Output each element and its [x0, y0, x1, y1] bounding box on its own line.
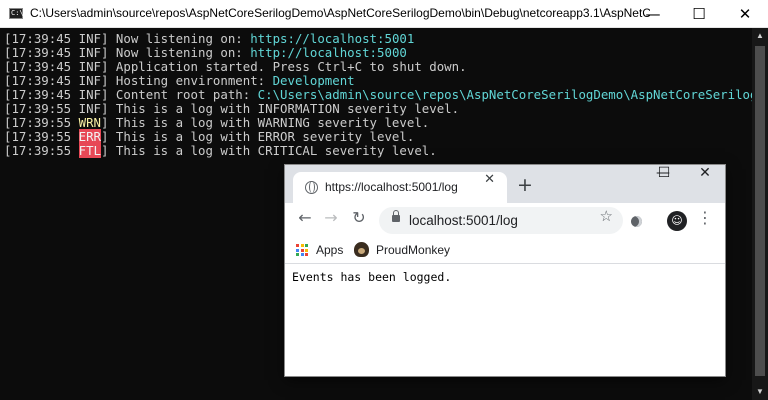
apps-grid-icon[interactable] [296, 244, 308, 256]
bookmark-star-icon[interactable]: ☆ [600, 207, 613, 234]
scroll-thumb[interactable] [755, 46, 765, 376]
address-url[interactable]: localhost:5001/log [409, 207, 518, 234]
log-bracket: ] [101, 129, 116, 144]
browser-tab[interactable]: https://localhost:5001/log ✕ [293, 172, 507, 203]
reload-button[interactable]: ↻ [347, 208, 371, 232]
log-bracket: ] [101, 143, 116, 158]
log-timestamp: [17:39:45 [4, 31, 79, 46]
apps-grid-dot [300, 248, 304, 252]
profile-avatar[interactable]: ☺ [667, 211, 687, 231]
log-bracket: ] [101, 101, 116, 116]
forward-button[interactable]: → [319, 208, 343, 232]
log-line: [17:39:45 INF] Now listening on: https:/… [4, 31, 415, 46]
log-message: This is a log with ERROR severity level. [115, 129, 415, 144]
lock-icon[interactable] [392, 210, 400, 222]
log-timestamp: [17:39:55 [4, 115, 79, 130]
log-level-badge: FTL [78, 143, 101, 158]
extension-icon[interactable] [631, 216, 642, 227]
log-line: [17:39:55 ERR] This is a log with ERROR … [4, 129, 415, 144]
log-timestamp: [17:39:55 [4, 143, 79, 158]
log-message: Content root path: [115, 87, 258, 102]
log-timestamp: [17:39:45 [4, 87, 79, 102]
console-window-title: C:\Users\admin\source\repos\AspNetCoreSe… [30, 6, 650, 20]
log-level-badge: WRN [78, 115, 101, 130]
apps-grid-dot [296, 248, 299, 252]
log-line: [17:39:55 WRN] This is a log with WARNIN… [4, 115, 430, 130]
log-timestamp: [17:39:55 [4, 101, 79, 116]
tab-close-icon[interactable]: ✕ [484, 172, 495, 203]
console-scrollbar[interactable]: ▲ ▼ [752, 28, 768, 400]
log-bracket: ] [101, 31, 116, 46]
monkey-icon[interactable] [354, 242, 369, 257]
log-level-badge: INF [78, 59, 101, 74]
log-level-badge: INF [78, 31, 101, 46]
log-level-badge: INF [78, 101, 101, 116]
apps-grid-dot [305, 253, 308, 256]
log-message: Now listening on: [115, 45, 251, 60]
bookmark-proudmonkey[interactable]: ProudMonkey [376, 237, 450, 263]
log-message: Now listening on: [115, 31, 251, 46]
console-minimize-button[interactable]: — [630, 0, 676, 27]
page-message: Events has been logged. [292, 270, 452, 284]
log-value: http://localhost:5000 [250, 45, 407, 60]
log-timestamp: [17:39:45 [4, 59, 79, 74]
log-timestamp: [17:39:45 [4, 73, 79, 88]
browser-tabstrip: https://localhost:5001/log ✕ + — ☐ ✕ [285, 165, 725, 203]
log-level-badge: INF [78, 45, 101, 60]
log-bracket: ] [101, 115, 116, 130]
log-level-badge: ERR [78, 129, 101, 144]
log-timestamp: [17:39:55 [4, 129, 79, 144]
log-bracket: ] [101, 73, 116, 88]
log-message: This is a log with INFORMATION severity … [115, 101, 460, 116]
console-titlebar[interactable]: C:\ C:\Users\admin\source\repos\AspNetCo… [0, 0, 768, 28]
log-message: This is a log with CRITICAL severity lev… [115, 143, 437, 158]
apps-grid-dot [300, 253, 304, 256]
new-tab-button[interactable]: + [513, 174, 537, 198]
log-line: [17:39:45 INF] Application started. Pres… [4, 59, 467, 74]
console-close-button[interactable]: ✕ [722, 0, 768, 27]
log-level-badge: INF [78, 73, 101, 88]
log-value: C:\Users\admin\source\repos\AspNetCoreSe… [257, 87, 768, 102]
apps-grid-dot [305, 244, 308, 247]
browser-maximize-button[interactable]: ☐ [644, 165, 684, 193]
page-content: Events has been logged. [285, 264, 725, 376]
log-bracket: ] [101, 87, 116, 102]
log-message: Application started. Press Ctrl+C to shu… [115, 59, 467, 74]
browser-window: https://localhost:5001/log ✕ + — ☐ ✕ ← →… [285, 165, 725, 376]
scroll-down-arrow-icon[interactable]: ▼ [752, 384, 768, 400]
bookmarks-bar: Apps ProudMonkey [285, 237, 725, 264]
browser-close-button[interactable]: ✕ [685, 165, 725, 193]
console-app-icon: C:\ [9, 8, 24, 19]
browser-toolbar: ← → ↻ localhost:5001/log ☆ ☺ ⋮ [285, 203, 725, 237]
log-line: [17:39:45 INF] Content root path: C:\Use… [4, 87, 768, 102]
bookmark-apps[interactable]: Apps [316, 237, 343, 263]
log-timestamp: [17:39:45 [4, 45, 79, 60]
log-line: [17:39:45 INF] Now listening on: http://… [4, 45, 407, 60]
log-line: [17:39:45 INF] Hosting environment: Deve… [4, 73, 355, 88]
log-bracket: ] [101, 59, 116, 74]
apps-grid-dot [296, 244, 299, 247]
log-level-badge: INF [78, 87, 101, 102]
log-value: Development [272, 73, 355, 88]
globe-icon [305, 181, 318, 194]
log-message: This is a log with WARNING severity leve… [115, 115, 430, 130]
apps-grid-dot [300, 244, 304, 247]
scroll-up-arrow-icon[interactable]: ▲ [752, 28, 768, 44]
log-line: [17:39:55 FTL] This is a log with CRITIC… [4, 143, 437, 158]
browser-menu-button[interactable]: ⋮ [697, 208, 713, 232]
back-button[interactable]: ← [293, 208, 317, 232]
console-maximize-button[interactable]: ☐ [676, 0, 722, 27]
tab-title: https://localhost:5001/log [325, 180, 458, 194]
apps-grid-dot [305, 248, 308, 252]
apps-grid-dot [296, 253, 299, 256]
log-line: [17:39:55 INF] This is a log with INFORM… [4, 101, 460, 116]
log-bracket: ] [101, 45, 116, 60]
log-message: Hosting environment: [115, 73, 273, 88]
log-value: https://localhost:5001 [250, 31, 415, 46]
address-bar[interactable]: localhost:5001/log ☆ [379, 207, 623, 234]
